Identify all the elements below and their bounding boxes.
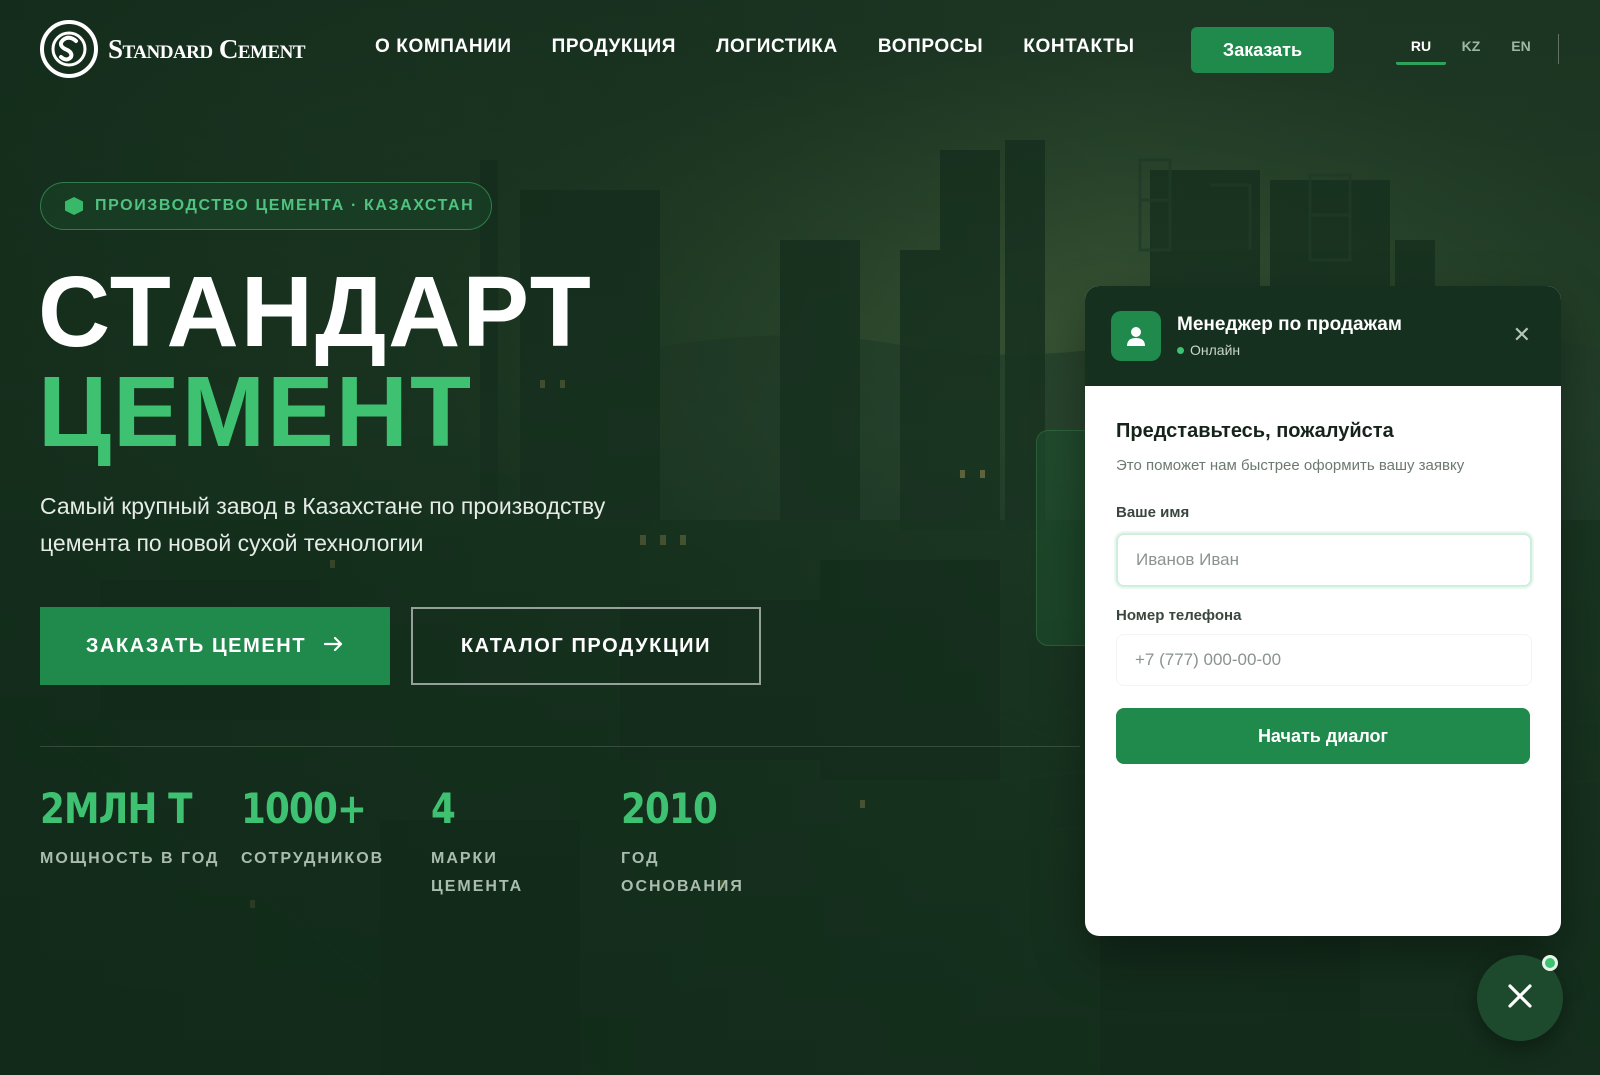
brand-logo[interactable]: Standard Cement [40, 20, 306, 78]
hero-title-line2: ЦЕМЕНТ [38, 356, 474, 468]
phone-input[interactable] [1116, 634, 1532, 686]
stat-label: ГОД ОСНОВАНИЯ [621, 850, 744, 895]
chat-status-text: Онлайн [1190, 342, 1241, 358]
main-nav: О КОМПАНИИ ПРОДУКЦИЯ ЛОГИСТИКА ВОПРОСЫ К… [375, 36, 1135, 58]
hero-badge-text: ПРОИЗВОДСТВО ЦЕМЕНТА · КАЗАХСТАН [95, 197, 475, 214]
hero-title-line1: СТАНДАРТ [38, 256, 593, 368]
nav-item-logistics[interactable]: ЛОГИСТИКА [716, 36, 838, 58]
hero-badge: ПРОИЗВОДСТВО ЦЕМЕНТА · КАЗАХСТАН [40, 182, 492, 230]
online-dot-icon [1177, 346, 1184, 354]
nav-item-about[interactable]: О КОМПАНИИ [375, 36, 512, 58]
stat-capacity: 2МЛН Т МОЩНОСТЬ В ГОД [40, 784, 220, 873]
sc-monogram-icon [40, 20, 98, 78]
chat-manager-title: Менеджер по продажам [1177, 314, 1402, 335]
stat-value: 2МЛН Т [40, 784, 192, 833]
arrow-right-icon [324, 635, 344, 658]
name-input[interactable] [1116, 533, 1532, 587]
stat-founded: 2010 ГОД ОСНОВАНИЯ [621, 784, 751, 901]
chat-status: Онлайн [1177, 342, 1402, 358]
site-header: Standard Cement О КОМПАНИИ ПРОДУКЦИЯ ЛОГ… [0, 0, 1600, 100]
close-icon [1506, 982, 1534, 1015]
stat-label: МОЩНОСТЬ В ГОД [40, 850, 220, 867]
order-cement-button[interactable]: ЗАКАЗАТЬ ЦЕМЕНТ [40, 607, 390, 685]
stat-label: СОТРУДНИКОВ [241, 850, 385, 867]
stat-value: 2010 [621, 784, 718, 833]
nav-item-faq[interactable]: ВОПРОСЫ [878, 36, 983, 58]
order-cement-label: ЗАКАЗАТЬ ЦЕМЕНТ [85, 634, 307, 657]
hero-subtitle: Самый крупный завод в Казахстане по прои… [40, 493, 606, 556]
nav-item-products[interactable]: ПРОДУКЦИЯ [552, 36, 676, 58]
header-order-button[interactable]: Заказать [1191, 27, 1334, 73]
lang-kz[interactable]: KZ [1446, 38, 1496, 65]
hexagon-icon [65, 197, 83, 215]
lang-en[interactable]: EN [1496, 38, 1546, 65]
header-divider [1558, 34, 1559, 64]
lang-ru[interactable]: RU [1396, 38, 1446, 65]
chat-form-title: Представьтесь, пожалуйста [1116, 420, 1394, 442]
nav-item-contacts[interactable]: КОНТАКТЫ [1023, 36, 1134, 58]
chat-form-description: Это поможет нам быстрее оформить вашу за… [1116, 457, 1465, 474]
hero-divider [40, 746, 1080, 747]
stat-grades: 4 МАРКИ ЦЕМЕНТА [431, 784, 561, 901]
chat-header: Менеджер по продажам Онлайн ✕ [1085, 286, 1561, 386]
language-switcher: RU KZ EN [1396, 38, 1546, 65]
notification-dot-icon [1542, 955, 1558, 971]
stat-value: 4 [431, 784, 456, 833]
product-catalog-button[interactable]: КАТАЛОГ ПРОДУКЦИИ [411, 607, 761, 685]
stat-label: МАРКИ ЦЕМЕНТА [431, 850, 524, 895]
stat-employees: 1000+ СОТРУДНИКОВ [241, 784, 421, 873]
user-icon [1111, 311, 1161, 361]
stat-value: 1000+ [241, 784, 367, 833]
brand-name: Standard Cement [108, 33, 306, 64]
phone-field-label: Номер телефона [1116, 607, 1242, 624]
chat-widget: Менеджер по продажам Онлайн ✕ Представьт… [1085, 286, 1561, 936]
name-field-label: Ваше имя [1116, 504, 1190, 521]
close-icon[interactable]: ✕ [1513, 324, 1531, 346]
start-dialog-button[interactable]: Начать диалог [1116, 708, 1530, 764]
